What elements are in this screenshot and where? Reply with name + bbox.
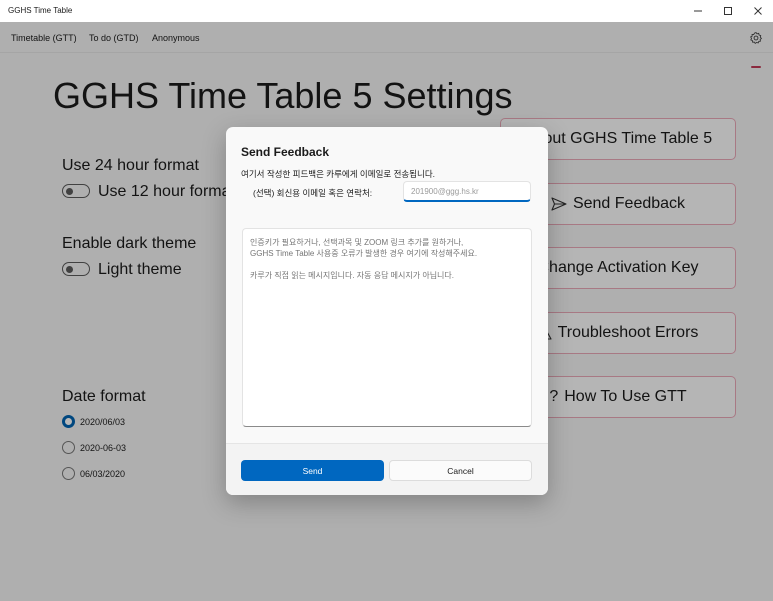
contact-label: (선택) 회신용 이메일 혹은 연락처: [253, 188, 373, 198]
dialog-title: Send Feedback [241, 145, 330, 159]
maximize-button[interactable] [713, 0, 743, 22]
feedback-message-input[interactable] [242, 228, 532, 427]
send-button[interactable]: Send [241, 460, 384, 481]
close-button[interactable] [743, 0, 773, 22]
title-bar: GGHS Time Table [0, 0, 773, 22]
dialog-description: 여기서 작성한 피드백은 카루에게 이메일로 전송됩니다. [241, 169, 436, 179]
window-title: GGHS Time Table [8, 6, 73, 15]
minimize-button[interactable] [683, 0, 713, 22]
minimize-icon [694, 10, 702, 12]
cancel-button[interactable]: Cancel [389, 460, 532, 481]
close-icon [754, 7, 762, 15]
send-feedback-dialog: Send Feedback 여기서 작성한 피드백은 카루에게 이메일로 전송됩… [226, 127, 548, 495]
dialog-footer: Send Cancel [226, 443, 548, 495]
contact-input[interactable] [403, 181, 531, 202]
maximize-icon [724, 7, 732, 15]
